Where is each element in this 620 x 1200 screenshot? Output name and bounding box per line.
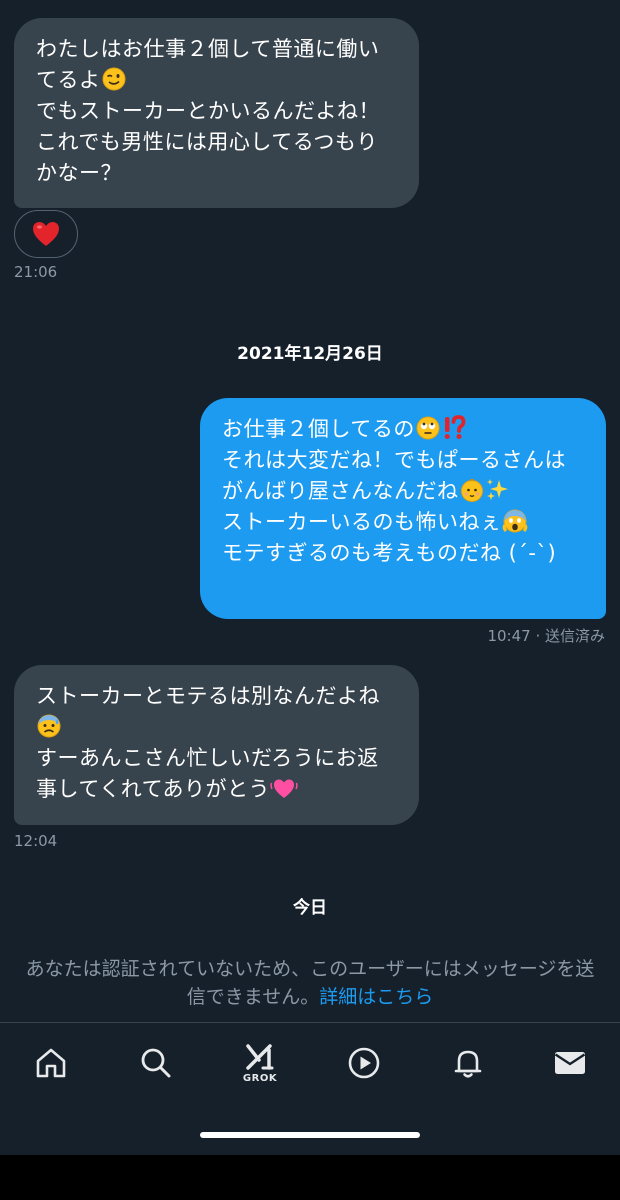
messages-icon bbox=[554, 1052, 586, 1074]
nav-grok[interactable]: GROK bbox=[220, 1023, 300, 1103]
screaming-face-icon bbox=[502, 509, 527, 533]
date-separator: 2021年12月26日 bbox=[237, 344, 383, 364]
grok-icon bbox=[246, 1044, 274, 1070]
search-icon bbox=[141, 1048, 171, 1078]
message-text-line: お仕事２個してるの bbox=[222, 417, 415, 441]
home-icon bbox=[36, 1048, 66, 1078]
dm-conversation-screen: わたしはお仕事２個して普通に働いてるよ でもストーカーとかいるんだよね！これでも… bbox=[0, 0, 620, 1155]
reaction-pill[interactable] bbox=[14, 210, 78, 258]
message-text-line: それは大変だね！でもぱーるさんはがんばり屋さんなんだね bbox=[222, 448, 566, 503]
exclamation-question-icon bbox=[444, 415, 466, 439]
beating-heart-icon bbox=[270, 779, 298, 798]
message-timestamp: 21:06 bbox=[14, 263, 58, 281]
sparkles-icon bbox=[486, 479, 508, 500]
nav-home[interactable] bbox=[11, 1023, 91, 1103]
message-text: わたしはお仕事２個して普通に働いてるよ bbox=[36, 37, 380, 92]
baby-face-icon bbox=[460, 478, 483, 502]
winking-face-icon bbox=[102, 67, 125, 91]
message-text-line: すーあんこさん忙しいだろうにお返事してくれてありがとう bbox=[36, 746, 379, 801]
rolling-eyes-face-icon bbox=[416, 416, 440, 440]
incoming-message-bubble[interactable]: わたしはお仕事２個して普通に働いてるよ でもストーカーとかいるんだよね！これでも… bbox=[14, 18, 419, 208]
cannot-message-notice: あなたは認証されていないため、このユーザーにはメッセージを送信できません。詳細は… bbox=[20, 955, 600, 1011]
date-separator: 今日 bbox=[293, 898, 327, 918]
video-icon bbox=[348, 1047, 380, 1079]
nav-video[interactable] bbox=[324, 1023, 404, 1103]
bottom-tab-bar: GROK bbox=[0, 1023, 620, 1103]
learn-more-link[interactable]: 詳細はこちら bbox=[319, 986, 433, 1008]
message-text-continued: でもストーカーとかいるんだよね！これでも男性には用心してるつもりかなー？ bbox=[36, 99, 380, 185]
outgoing-message-bubble[interactable]: お仕事２個してるの それは大変だね！でもぱーるさんはがんばり屋さんなんだね スト… bbox=[200, 398, 606, 619]
anxious-sweat-face-icon bbox=[37, 714, 61, 738]
message-text-line: モテすぎるのも考えものだね (´-`) bbox=[222, 541, 557, 565]
notifications-icon bbox=[454, 1050, 482, 1078]
nav-search[interactable] bbox=[116, 1023, 196, 1103]
message-timestamp: 12:04 bbox=[14, 832, 58, 850]
message-text-line: ストーカーいるのも怖いねぇ bbox=[222, 510, 502, 534]
grok-label: GROK bbox=[242, 1073, 278, 1084]
nav-messages[interactable] bbox=[530, 1023, 610, 1103]
red-heart-icon bbox=[33, 222, 59, 246]
home-indicator bbox=[200, 1132, 420, 1138]
nav-notifications[interactable] bbox=[428, 1023, 508, 1103]
message-timestamp: 10:47 · 送信済み bbox=[487, 627, 605, 645]
message-text-line: ストーカーとモテるは別なんだよね bbox=[36, 684, 380, 708]
notice-text: あなたは認証されていないため、このユーザーにはメッセージを送信できません。 bbox=[25, 958, 595, 1008]
incoming-message-bubble[interactable]: ストーカーとモテるは別なんだよね すーあんこさん忙しいだろうにお返事してくれてあ… bbox=[14, 665, 419, 825]
